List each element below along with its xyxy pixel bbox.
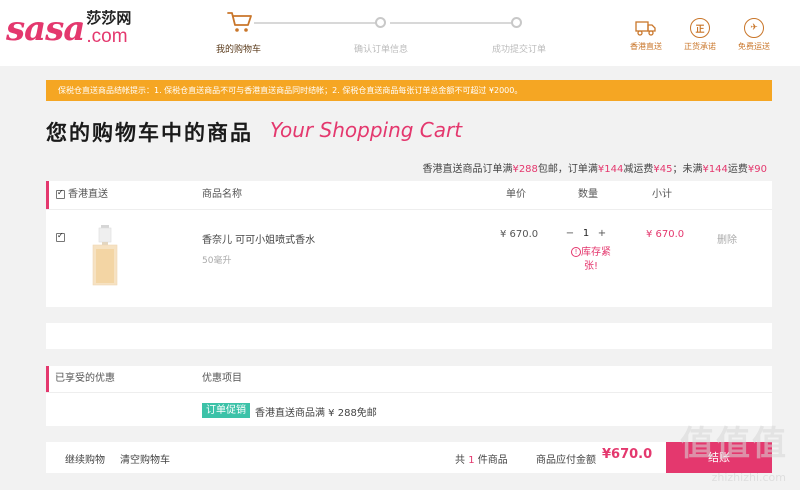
truck-icon <box>635 21 656 36</box>
plane-icon: ✈ <box>744 18 764 38</box>
shipping-policy-note: 香港直送商品订单满¥288包邮，订单满¥144减运费¥45；未满¥144运费¥9… <box>422 164 767 175</box>
total-amount: ¥670.0 <box>602 447 653 462</box>
continue-shopping-link[interactable]: 继续购物 <box>65 451 105 466</box>
col-qty: 数量 <box>578 189 598 200</box>
col-price: 单价 <box>506 189 526 200</box>
item-subtotal: ¥ 670.0 <box>646 229 685 240</box>
group-checkbox[interactable] <box>56 188 65 199</box>
genuine-icon: 正 <box>690 18 710 38</box>
cart-table: 香港直送 商品名称 单价 数量 小计 香奈儿 可可小姐喷式香水 50毫升 ¥ 6… <box>46 181 772 307</box>
top-header: sasa 莎莎网 .com 我的购物车 确认订单信息 成功提交订单 香港直送 正… <box>0 0 800 66</box>
badge-hk-direct: 香港直送 <box>628 18 664 52</box>
empty-section <box>46 323 772 349</box>
badge-genuine: 正 正货承诺 <box>682 18 718 52</box>
col-name: 商品名称 <box>202 189 242 200</box>
quantity-stepper: − 1 + <box>564 227 608 241</box>
logo-cn: 莎莎网 <box>86 9 132 27</box>
item-count: 共 1 件商品 <box>455 455 508 466</box>
logo-brand: sasa <box>6 9 85 49</box>
badge-label: 香港直送 <box>630 42 662 51</box>
offers-header: 已享受的优惠 <box>55 373 115 384</box>
divider <box>46 392 772 393</box>
offers-items-header: 优惠项目 <box>202 373 242 384</box>
delete-item-button[interactable]: 删除 <box>717 231 737 246</box>
badge-label: 免费运送 <box>738 42 770 51</box>
clear-cart-link[interactable]: 清空购物车 <box>120 451 170 466</box>
cart-icon <box>227 12 252 32</box>
low-stock-warning: ! 库存紧张! <box>566 246 616 274</box>
cart-footer: 继续购物 清空购物车 共 1 件商品 商品应付金额 ¥670.0 结账 <box>46 442 772 473</box>
logo-com: .com <box>86 26 128 47</box>
badge-label: 正货承诺 <box>684 42 716 51</box>
group-label: 香港直送 <box>68 189 108 200</box>
total-label: 商品应付金额 <box>536 455 596 466</box>
page-title: 您的购物车中的商品 <box>46 121 253 145</box>
page-title-en: Your Shopping Cart <box>270 118 463 142</box>
col-subtotal: 小计 <box>652 189 672 200</box>
promo-description: 香港直送商品满 ¥ 288免邮 <box>255 408 377 419</box>
item-checkbox[interactable] <box>56 231 65 242</box>
offers-section: 已享受的优惠 优惠项目 订单促销 香港直送商品满 ¥ 288免邮 <box>46 366 772 426</box>
alert-icon: ! <box>571 247 581 257</box>
step-label-cart: 我的购物车 <box>216 45 262 55</box>
product-thumbnail[interactable] <box>91 225 119 287</box>
service-badges: 香港直送 正 正货承诺 ✈ 免费运送 <box>628 18 772 52</box>
checkout-button[interactable]: 结账 <box>666 442 772 473</box>
step-dot-confirm <box>375 17 386 28</box>
site-logo[interactable]: sasa 莎莎网 .com <box>6 6 132 49</box>
stock-warning-text: 库存紧张! <box>581 247 611 272</box>
cart-item-row: 香奈儿 可可小姐喷式香水 50毫升 ¥ 670.0 − 1 + !库存紧张! ¥… <box>46 209 772 307</box>
badge-free-shipping: ✈ 免费运送 <box>736 18 772 52</box>
order-promo-badge: 订单促销 <box>202 403 250 418</box>
step-line <box>390 22 516 24</box>
qty-minus-button[interactable]: − <box>564 227 576 241</box>
step-label-confirm: 确认订单信息 <box>354 45 409 55</box>
qty-plus-button[interactable]: + <box>596 227 608 241</box>
qty-input[interactable]: 1 <box>576 227 596 241</box>
step-label-submit: 成功提交订单 <box>492 45 547 55</box>
step-dot-submit <box>511 17 522 28</box>
product-spec: 50毫升 <box>202 256 232 266</box>
checkout-steps: 我的购物车 确认订单信息 成功提交订单 <box>210 8 570 58</box>
bonded-warehouse-notice: 保税仓直送商品结帐提示：1. 保税仓直送商品不可与香港直送商品同时结帐；2. 保… <box>46 80 772 101</box>
product-name-link[interactable]: 香奈儿 可可小姐喷式香水 <box>202 231 315 246</box>
step-line <box>254 22 380 24</box>
unit-price: ¥ 670.0 <box>500 229 539 240</box>
